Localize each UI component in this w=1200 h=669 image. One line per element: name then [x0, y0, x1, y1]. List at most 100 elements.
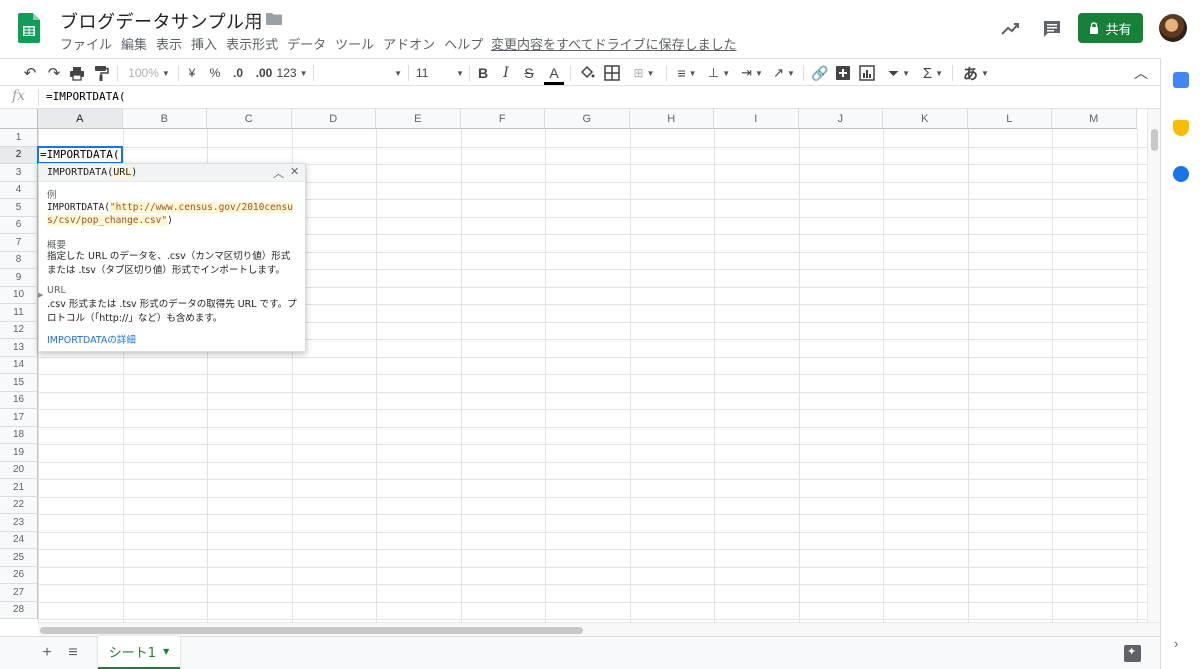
row-header-22[interactable]: 22 — [0, 496, 38, 514]
row-header-27[interactable]: 27 — [0, 584, 38, 602]
row-header-6[interactable]: 6 — [0, 216, 38, 234]
row-header-3[interactable]: 3 — [0, 164, 38, 182]
formula-input[interactable]: =IMPORTDATA( — [46, 90, 125, 103]
row-header-14[interactable]: 14 — [0, 356, 38, 374]
menu-view[interactable]: 表示 — [156, 34, 182, 53]
row-header-11[interactable]: 11 — [0, 304, 38, 322]
menu-tools[interactable]: ツール — [335, 34, 374, 53]
borders-icon[interactable] — [602, 63, 622, 83]
expand-side-panel-icon[interactable]: › — [1174, 636, 1178, 651]
row-header-5[interactable]: 5 — [0, 199, 38, 217]
column-header-f[interactable]: F — [460, 109, 545, 129]
row-header-10[interactable]: 10 — [0, 286, 38, 304]
row-header-18[interactable]: 18 — [0, 426, 38, 444]
row-header-21[interactable]: 21 — [0, 479, 38, 497]
row-header-1[interactable]: 1 — [0, 129, 38, 147]
document-title[interactable]: ブログデータサンプル用 — [60, 8, 263, 34]
insert-link-icon[interactable]: 🔗 — [810, 63, 830, 83]
column-header-c[interactable]: C — [207, 109, 292, 129]
row-header-8[interactable]: 8 — [0, 251, 38, 269]
input-tools-button[interactable]: あ ▼ — [960, 63, 992, 83]
row-header-26[interactable]: 26 — [0, 566, 38, 584]
vertical-align-icon[interactable]: ⊥ ▼ — [706, 63, 732, 83]
text-color-button[interactable]: A — [544, 63, 564, 85]
decrease-decimal-button[interactable]: .0 — [229, 63, 247, 83]
column-header-k[interactable]: K — [883, 109, 968, 129]
menu-addons[interactable]: アドオン — [383, 34, 435, 53]
row-header-2[interactable]: 2 — [0, 146, 38, 164]
add-sheet-icon[interactable]: + — [37, 643, 57, 663]
menu-data[interactable]: データ — [287, 34, 326, 53]
column-header-i[interactable]: I — [714, 109, 799, 129]
close-icon[interactable]: ✕ — [290, 165, 299, 178]
bold-button[interactable]: B — [474, 63, 492, 83]
zoom-select[interactable]: 100% ▼ — [126, 63, 172, 83]
text-rotation-icon[interactable]: ↗ ▼ — [770, 63, 798, 83]
sheet-tab[interactable]: シート1 ▼ — [98, 636, 180, 669]
font-family-select[interactable]: ▼ — [320, 63, 402, 83]
learn-more-link[interactable]: IMPORTDATAの詳細 — [47, 332, 136, 346]
column-header-g[interactable]: G — [545, 109, 630, 129]
functions-icon[interactable]: Σ ▼ — [920, 63, 946, 83]
row-header-7[interactable]: 7 — [0, 234, 38, 252]
calendar-icon[interactable] — [1173, 72, 1189, 88]
collapse-toolbar-icon[interactable]: ︿ — [1132, 63, 1150, 83]
row-header-28[interactable]: 28 — [0, 601, 38, 619]
column-header-j[interactable]: J — [798, 109, 883, 129]
column-header-h[interactable]: H — [629, 109, 714, 129]
row-header-24[interactable]: 24 — [0, 531, 38, 549]
vertical-scroll-thumb[interactable] — [1151, 129, 1158, 151]
save-status-link[interactable]: 変更内容をすべてドライブに保存しました — [491, 34, 737, 53]
horizontal-scroll-thumb[interactable] — [40, 627, 583, 634]
currency-format-button[interactable]: ¥ — [185, 63, 199, 83]
column-header-e[interactable]: E — [376, 109, 461, 129]
column-header-a[interactable]: A — [38, 109, 123, 129]
row-header-19[interactable]: 19 — [0, 444, 38, 462]
row-header-25[interactable]: 25 — [0, 549, 38, 567]
row-header-23[interactable]: 23 — [0, 514, 38, 532]
fill-color-icon[interactable] — [577, 63, 597, 83]
more-formats-button[interactable]: 123 ▼ — [277, 63, 308, 83]
insert-chart-icon[interactable] — [858, 63, 876, 83]
text-wrap-icon[interactable]: ⇥ ▼ — [738, 63, 766, 83]
explore-icon[interactable] — [1124, 645, 1141, 662]
collapse-popup-icon[interactable]: ︿ — [273, 165, 284, 181]
column-header-d[interactable]: D — [291, 109, 376, 129]
increase-decimal-button[interactable]: .00 — [253, 63, 275, 83]
menu-edit[interactable]: 編集 — [121, 34, 147, 53]
italic-button[interactable]: I — [498, 63, 514, 83]
print-icon[interactable] — [68, 63, 86, 83]
column-header-m[interactable]: M — [1052, 109, 1137, 129]
keep-icon[interactable] — [1173, 120, 1189, 136]
row-header-20[interactable]: 20 — [0, 461, 38, 479]
filter-icon[interactable]: ⏷ ▼ — [882, 63, 916, 83]
row-header-9[interactable]: 9 — [0, 269, 38, 287]
row-header-12[interactable]: 12 — [0, 321, 38, 339]
menu-insert[interactable]: 挿入 — [191, 34, 217, 53]
active-cell-a2[interactable]: =IMPORTDATA( — [37, 145, 123, 164]
font-size-select[interactable]: 11 ▼ — [416, 63, 464, 83]
row-header-4[interactable]: 4 — [0, 181, 38, 199]
arg-expand-icon[interactable]: ▶ — [38, 291, 43, 299]
vertical-scrollbar[interactable] — [1147, 109, 1160, 622]
redo-icon[interactable]: ↷ — [44, 63, 64, 83]
row-header-16[interactable]: 16 — [0, 391, 38, 409]
insert-comment-icon[interactable] — [834, 63, 852, 83]
all-sheets-icon[interactable]: ≡ — [63, 643, 83, 663]
percent-format-button[interactable]: % — [208, 63, 222, 83]
activity-trend-icon[interactable] — [999, 18, 1021, 40]
sheets-logo-icon[interactable] — [18, 13, 40, 43]
select-all-corner[interactable] — [0, 109, 38, 129]
menu-format[interactable]: 表示形式 — [226, 34, 278, 53]
row-header-15[interactable]: 15 — [0, 374, 38, 392]
merge-cells-icon[interactable]: ⊞ ▼ — [628, 63, 660, 83]
strikethrough-button[interactable]: S — [520, 63, 538, 83]
paint-format-icon[interactable] — [92, 63, 110, 83]
horizontal-align-icon[interactable]: ≡ ▼ — [674, 63, 700, 83]
menu-help[interactable]: ヘルプ — [444, 34, 483, 53]
row-header-13[interactable]: 13 — [0, 339, 38, 357]
avatar[interactable] — [1159, 14, 1187, 42]
column-header-l[interactable]: L — [967, 109, 1052, 129]
folder-icon[interactable] — [266, 13, 282, 25]
horizontal-scrollbar[interactable] — [38, 622, 1160, 636]
